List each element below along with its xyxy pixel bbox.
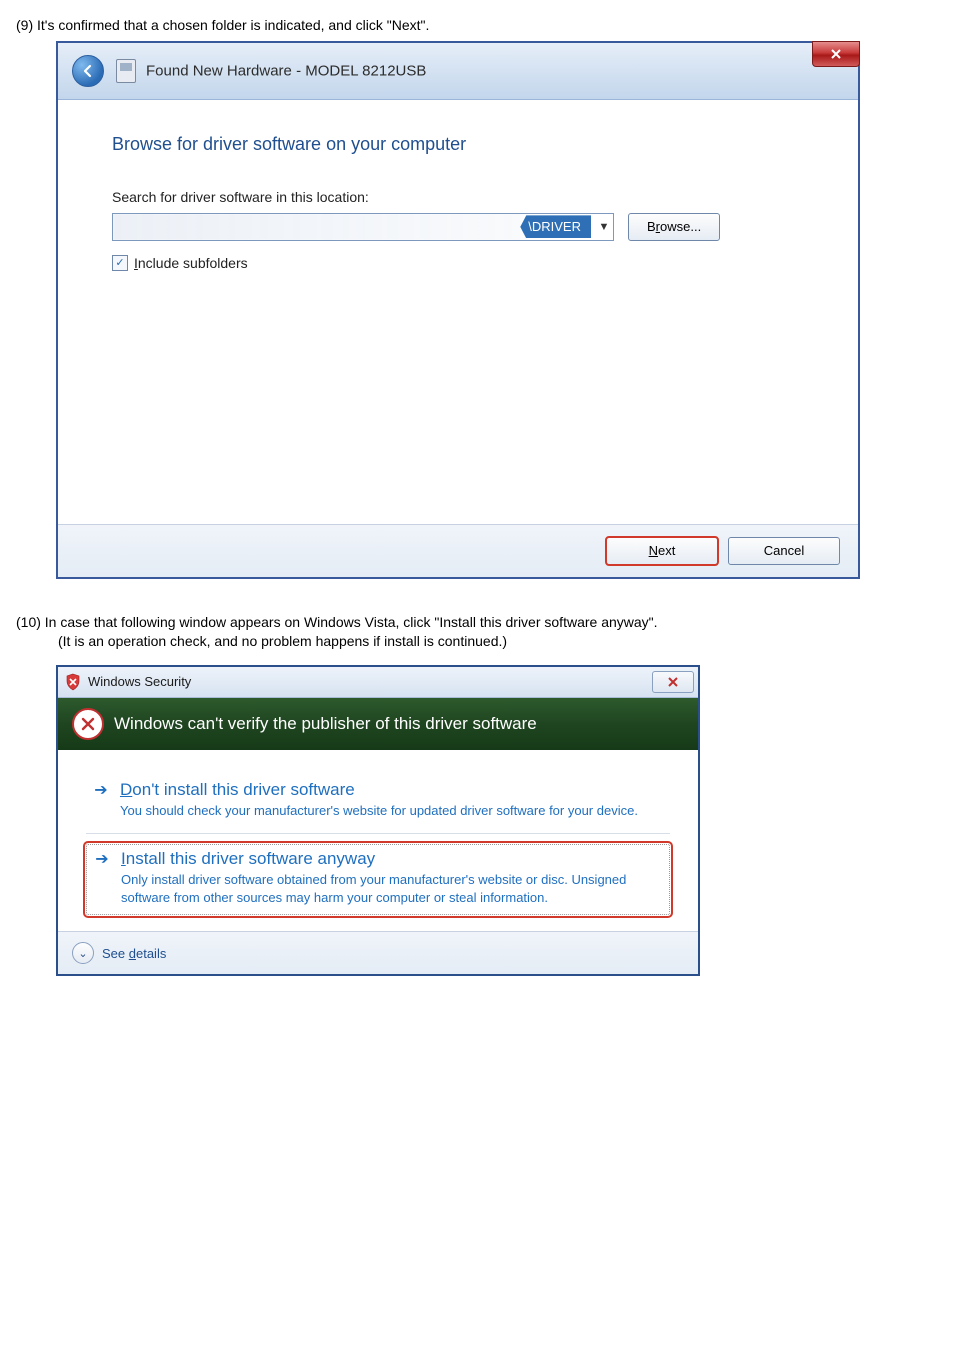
divider (86, 833, 670, 834)
step10-subtext: (It is an operation check, and no proble… (58, 632, 938, 651)
option-description: Only install driver software obtained fr… (121, 871, 663, 906)
option-title: Don't install this driver software (120, 780, 664, 800)
next-button[interactable]: Next (606, 537, 718, 565)
window-footer: Next Cancel (58, 524, 858, 577)
driver-path-highlight: \DRIVER (520, 215, 591, 238)
cancel-button[interactable]: Cancel (728, 537, 840, 565)
dropdown-arrow-icon[interactable]: ▼ (595, 221, 613, 233)
option-title: Install this driver software anyway (121, 849, 663, 869)
step10-text: (10) In case that following window appea… (16, 613, 938, 632)
security-close-button[interactable] (652, 671, 694, 693)
search-location-label: Search for driver software in this locat… (112, 189, 812, 205)
window-body: Browse for driver software on your compu… (58, 100, 858, 524)
checkbox-checked-icon (112, 255, 128, 271)
close-icon (830, 48, 842, 60)
chevron-down-icon: ⌄ (78, 947, 87, 960)
windows-security-window: Windows Security Windows can't verify th… (56, 665, 700, 977)
page-heading: Browse for driver software on your compu… (112, 134, 812, 155)
close-button[interactable] (812, 41, 860, 67)
see-details-link[interactable]: See details (102, 946, 166, 961)
location-combobox[interactable]: \DRIVER ▼ (112, 213, 614, 241)
location-path-blurred (113, 214, 520, 240)
window-title: Found New Hardware - MODEL 8212USB (146, 62, 426, 79)
option-description: You should check your manufacturer's web… (120, 802, 664, 820)
browse-button[interactable]: Browse... (628, 213, 720, 241)
step9-text: (9) It's confirmed that a chosen folder … (16, 16, 938, 35)
security-footer: ⌄ See details (58, 931, 698, 974)
close-icon (666, 676, 680, 688)
security-window-title: Windows Security (88, 674, 191, 689)
titlebar: Found New Hardware - MODEL 8212USB (58, 43, 858, 100)
arrow-right-icon: ➔ (92, 780, 110, 820)
arrow-right-icon: ➔ (93, 849, 111, 906)
hardware-icon (116, 59, 136, 83)
back-arrow-icon (80, 63, 96, 79)
found-new-hardware-window: Found New Hardware - MODEL 8212USB Brows… (56, 41, 860, 579)
error-circle-icon (72, 708, 104, 740)
option-dont-install[interactable]: ➔ Don't install this driver software You… (86, 776, 670, 828)
expand-details-button[interactable]: ⌄ (72, 942, 94, 964)
security-titlebar: Windows Security (58, 667, 698, 698)
security-banner: Windows can't verify the publisher of th… (58, 698, 698, 750)
banner-text: Windows can't verify the publisher of th… (114, 714, 537, 734)
include-subfolders-checkbox[interactable]: Include subfolders (112, 255, 812, 271)
shield-icon (64, 673, 82, 691)
option-install-anyway[interactable]: ➔ Install this driver software anyway On… (86, 844, 670, 915)
security-body: ➔ Don't install this driver software You… (58, 750, 698, 932)
back-button[interactable] (72, 55, 104, 87)
